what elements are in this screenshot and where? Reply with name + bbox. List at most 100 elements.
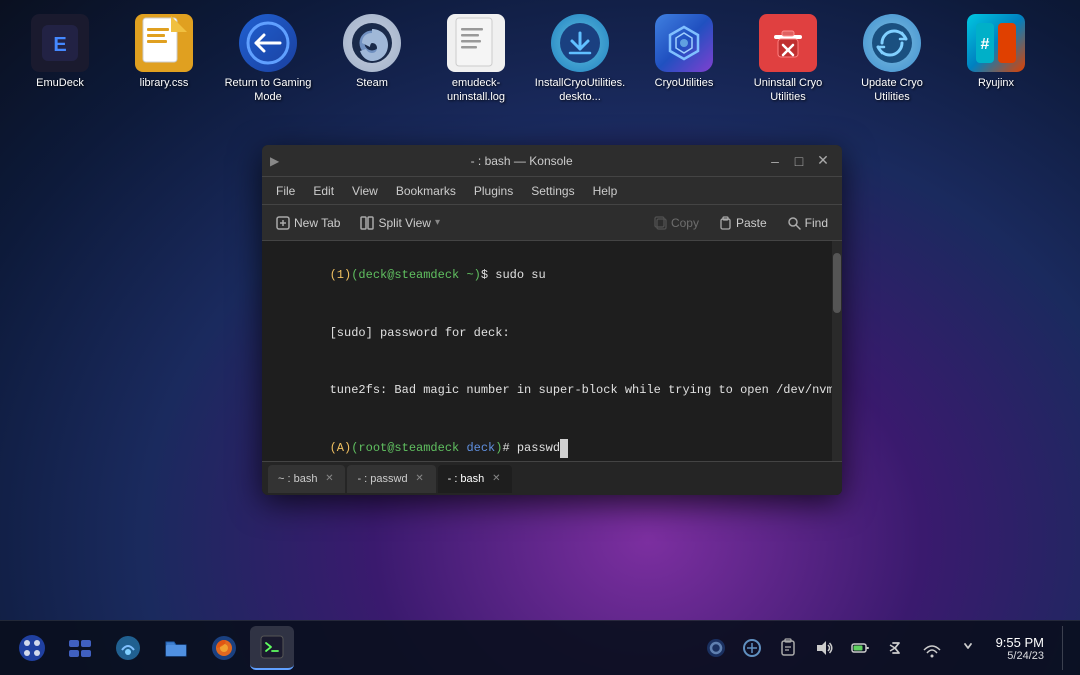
- terminal-line-3: tune2fs: Bad magic number in super-block…: [272, 362, 832, 420]
- new-tab-button[interactable]: New Tab: [268, 212, 348, 234]
- svg-text:E: E: [53, 34, 66, 56]
- task-switcher-icon: [66, 634, 94, 662]
- uninstall-cryo-label: Uninstall Cryo Utilities: [742, 76, 834, 105]
- desktop-icon-library-css[interactable]: library.css: [114, 8, 214, 96]
- update-cryo-label: Update Cryo Utilities: [846, 76, 938, 105]
- desktop-icon-steam[interactable]: Steam: [322, 8, 422, 96]
- taskbar-task-switcher[interactable]: [58, 626, 102, 670]
- tray-steam-icon: [706, 638, 726, 658]
- menu-bookmarks[interactable]: Bookmarks: [388, 182, 464, 200]
- tray-bluetooth-icon: [886, 638, 906, 658]
- tray-expand[interactable]: [954, 626, 982, 670]
- tray-volume[interactable]: [810, 626, 838, 670]
- app-store-icon: [114, 634, 142, 662]
- terminal-window: ▶ - : bash — Konsole – □ ✕ File Edit Vie…: [262, 145, 842, 495]
- emudeck-log-label: emudeck-uninstall.log: [430, 76, 522, 105]
- taskbar-app-store[interactable]: [106, 626, 150, 670]
- menu-plugins[interactable]: Plugins: [466, 182, 521, 200]
- desktop-icon-emudeck[interactable]: E EmuDeck: [10, 8, 110, 96]
- desktop-icon-cryo-utils[interactable]: CryoUtilities: [634, 8, 734, 96]
- desktop-icon-return-gaming[interactable]: Return to Gaming Mode: [218, 8, 318, 111]
- tab-close-passwd[interactable]: ✕: [414, 473, 426, 485]
- split-view-icon: [360, 216, 374, 230]
- find-icon: [787, 216, 801, 230]
- menu-help[interactable]: Help: [585, 182, 626, 200]
- desktop-icon-install-cryo[interactable]: InstallCryoUtilities.desktо...: [530, 8, 630, 111]
- desktop-icon-uninstall-cryo[interactable]: Uninstall Cryo Utilities: [738, 8, 838, 111]
- taskbar-terminal[interactable]: [250, 626, 294, 670]
- terminal-title: - : bash — Konsole: [279, 154, 764, 168]
- desktop: E EmuDeck library.css: [0, 0, 1080, 620]
- tray-steam[interactable]: [702, 626, 730, 670]
- taskbar-app-launcher[interactable]: [10, 626, 54, 670]
- paste-icon: [719, 216, 732, 230]
- library-css-label: library.css: [140, 76, 189, 90]
- menu-edit[interactable]: Edit: [305, 182, 342, 200]
- clock-time: 9:55 PM: [996, 635, 1044, 650]
- terminal-tab-passwd[interactable]: - : passwd ✕: [347, 465, 435, 493]
- terminal-titlebar: ▶ - : bash — Konsole – □ ✕: [262, 145, 842, 177]
- close-button[interactable]: ✕: [812, 150, 834, 172]
- install-cryo-label: InstallCryoUtilities.desktо...: [534, 76, 626, 105]
- find-button[interactable]: Find: [779, 212, 836, 234]
- terminal-scrollbar[interactable]: [832, 241, 842, 461]
- tray-clipboard-icon: [778, 638, 798, 658]
- tray-volume-icon: [814, 638, 834, 658]
- maximize-button[interactable]: □: [788, 150, 810, 172]
- tray-network[interactable]: [918, 626, 946, 670]
- terminal-line-4: (A)(root@steamdeck deck)# passwd: [272, 420, 832, 461]
- tray-discover-icon: [742, 638, 762, 658]
- ryujinx-label: Ryujinx: [978, 76, 1014, 90]
- return-gaming-label: Return to Gaming Mode: [222, 76, 314, 105]
- tray-discover[interactable]: [738, 626, 766, 670]
- menu-settings[interactable]: Settings: [523, 182, 582, 200]
- tray-network-icon: [922, 638, 942, 658]
- terminal-tab-bash2[interactable]: - : bash ✕: [438, 465, 513, 493]
- taskbar-clock[interactable]: 9:55 PM 5/24/23: [990, 633, 1050, 664]
- terminal-taskbar-icon: [259, 634, 285, 660]
- taskbar-left: [10, 626, 294, 670]
- terminal-tabbar: ~ : bash ✕ - : passwd ✕ - : bash ✕: [262, 461, 842, 495]
- terminal-icon: ▶: [270, 154, 279, 168]
- split-view-arrow[interactable]: ▾: [435, 217, 440, 228]
- new-tab-icon: [276, 216, 290, 230]
- split-view-button[interactable]: Split View ▾: [352, 212, 448, 234]
- tray-clipboard[interactable]: [774, 626, 802, 670]
- app-launcher-icon: [18, 634, 46, 662]
- emudeck-label: EmuDeck: [36, 76, 84, 90]
- tab-close-bash1[interactable]: ✕: [323, 473, 335, 485]
- terminal-menubar: File Edit View Bookmarks Plugins Setting…: [262, 177, 842, 205]
- firefox-icon: [210, 634, 238, 662]
- terminal-toolbar: New Tab Split View ▾ Copy Paste Find: [262, 205, 842, 241]
- tray-battery-icon: [850, 638, 870, 658]
- menu-file[interactable]: File: [268, 182, 303, 200]
- tray-battery[interactable]: [846, 626, 874, 670]
- paste-button[interactable]: Paste: [711, 212, 775, 234]
- taskbar-file-manager[interactable]: [154, 626, 198, 670]
- terminal-line-2: [sudo] password for deck:: [272, 305, 832, 363]
- taskbar-firefox[interactable]: [202, 626, 246, 670]
- scrollbar-thumb: [833, 253, 841, 313]
- copy-icon: [654, 216, 667, 230]
- tray-bluetooth[interactable]: [882, 626, 910, 670]
- copy-button[interactable]: Copy: [646, 212, 707, 234]
- tray-expand-icon: [960, 640, 976, 656]
- terminal-content[interactable]: (1)(deck@steamdeck ~)$ sudo su [sudo] pa…: [262, 241, 842, 461]
- terminal-tab-bash1[interactable]: ~ : bash ✕: [268, 465, 345, 493]
- svg-text:#: #: [981, 36, 990, 53]
- terminal-line-1: (1)(deck@steamdeck ~)$ sudo su: [272, 247, 832, 305]
- desktop-icon-update-cryo[interactable]: Update Cryo Utilities: [842, 8, 942, 111]
- menu-view[interactable]: View: [344, 182, 386, 200]
- titlebar-controls: – □ ✕: [764, 150, 834, 172]
- desktop-icon-emudeck-log[interactable]: emudeck-uninstall.log: [426, 8, 526, 111]
- taskbar: 9:55 PM 5/24/23: [0, 620, 1080, 675]
- minimize-button[interactable]: –: [764, 150, 786, 172]
- show-desktop-button[interactable]: [1062, 626, 1070, 670]
- tab-close-bash2[interactable]: ✕: [490, 473, 502, 485]
- cryo-utils-label: CryoUtilities: [655, 76, 714, 90]
- clock-date: 5/24/23: [996, 650, 1044, 662]
- desktop-icon-ryujinx[interactable]: # Ryujinx: [946, 8, 1046, 96]
- desktop-icons-row: E EmuDeck library.css: [0, 0, 1080, 119]
- taskbar-right: 9:55 PM 5/24/23: [702, 626, 1070, 670]
- file-manager-icon: [162, 634, 190, 662]
